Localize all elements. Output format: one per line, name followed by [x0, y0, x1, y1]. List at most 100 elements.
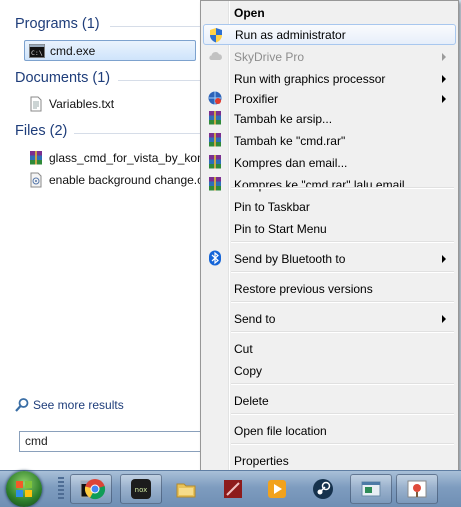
documents-heading: Documents (1) [15, 70, 111, 86]
menu-item-label: Properties [234, 453, 289, 468]
taskbar: nox [0, 470, 461, 507]
paint-icon [407, 480, 427, 498]
menu-item-label: Kompres ke "cmd.rar" lalu email [234, 177, 405, 192]
result-glass-cmd[interactable]: glass_cmd_for_vista_by_kom [24, 148, 210, 167]
menu-item-label: SkyDrive Pro [234, 49, 305, 64]
menu-item-run-with-graphics-processor[interactable]: Run with graphics processor [203, 68, 456, 89]
menu-item-open-file-location[interactable]: Open file location [203, 420, 456, 441]
submenu-arrow-icon [442, 255, 446, 263]
rar-archive-icon [30, 150, 42, 164]
taskbar-chrome[interactable] [74, 474, 116, 504]
menu-item-tambah-ke-cmd-rar[interactable]: Tambah ke "cmd.rar" [203, 130, 456, 151]
menu-item-label: Cut [234, 341, 253, 356]
proxifier-icon [208, 91, 222, 105]
chrome-icon [84, 479, 106, 500]
menu-separator [231, 383, 454, 385]
search-icon [15, 398, 29, 412]
submenu-arrow-icon [442, 75, 446, 83]
result-label: glass_cmd_for_vista_by_kom [49, 150, 208, 165]
taskbar-nox[interactable]: nox [120, 474, 162, 504]
taskbar-media[interactable] [256, 474, 298, 504]
start-button[interactable] [6, 471, 42, 507]
context-menu: Open Run as administrator SkyDrive Pro Run … [200, 0, 459, 473]
menu-item-label: Tambah ke arsip... [234, 111, 333, 126]
menu-separator [231, 301, 454, 303]
menu-item-kompres-dan-email[interactable]: Kompres dan email... [203, 152, 456, 173]
winrar-icon [209, 111, 221, 125]
menu-item-tambah-ke-arsip[interactable]: Tambah ke arsip... [203, 108, 456, 129]
files-heading: Files (2) [15, 123, 68, 139]
menu-item-kompres-ke-cmd-rar-lalu-email[interactable]: Kompres ke "cmd.rar" lalu email [203, 174, 456, 195]
menu-item-copy[interactable]: Copy [203, 360, 456, 381]
menu-separator [231, 331, 454, 333]
taskbar-steam[interactable] [302, 474, 344, 504]
menu-item-send-by-bluetooth-to[interactable]: Send by Bluetooth to [203, 248, 456, 269]
window-app-icon [361, 481, 381, 497]
taskbar-paint[interactable] [396, 474, 438, 504]
start-menu-panel: Programs (1) C:\ cmd.exe Documents (1) V… [0, 0, 211, 470]
media-player-icon [268, 480, 286, 498]
submenu-arrow-icon [442, 53, 446, 61]
menu-separator [231, 413, 454, 415]
menu-item-label: Copy [234, 363, 263, 378]
nox-icon: nox [131, 479, 151, 499]
menu-item-label: Pin to Start Menu [234, 221, 327, 236]
menu-item-label: Pin to Taskbar [234, 199, 310, 214]
winrar-icon [209, 177, 221, 191]
search-input[interactable]: cmd [19, 431, 209, 452]
result-label: enable background change.c [49, 172, 204, 187]
divider [74, 133, 210, 134]
menu-item-open[interactable]: Open [203, 2, 456, 23]
submenu-arrow-icon [442, 315, 446, 323]
result-variables-txt[interactable]: Variables.txt [24, 94, 114, 113]
result-label: cmd.exe [50, 43, 96, 58]
result-label: Variables.txt [49, 96, 115, 111]
result-cmd-exe[interactable]: C:\ cmd.exe [24, 40, 196, 61]
divider [118, 80, 210, 81]
menu-item-label: Restore previous versions [234, 281, 373, 296]
explorer-folder-icon [176, 483, 196, 498]
menu-separator [231, 241, 454, 243]
menu-item-pin-to-taskbar[interactable]: Pin to Taskbar [203, 196, 456, 217]
menu-separator [231, 187, 454, 189]
menu-item-proxifier[interactable]: Proxifier [203, 88, 456, 109]
svg-text:nox: nox [135, 486, 148, 494]
menu-item-label: Send by Bluetooth to [234, 251, 346, 266]
menu-item-label: Open [234, 5, 265, 20]
menu-separator [231, 443, 454, 445]
taskbar-explorer[interactable] [165, 474, 207, 504]
divider [110, 26, 210, 27]
menu-item-label: Open file location [234, 423, 327, 438]
file-icon [30, 172, 42, 187]
steam-icon [313, 479, 333, 499]
bluetooth-icon [209, 250, 221, 266]
programs-heading: Programs (1) [15, 16, 100, 32]
submenu-arrow-icon [442, 95, 446, 103]
skydrive-cloud-icon [209, 52, 222, 60]
menu-item-label: Tambah ke "cmd.rar" [234, 133, 346, 148]
cmd-icon: C:\ [29, 43, 45, 58]
menu-item-label: Run with graphics processor [234, 71, 386, 86]
menu-item-restore-previous-versions[interactable]: Restore previous versions [203, 278, 456, 299]
menu-item-label: Kompres dan email... [234, 155, 348, 170]
svg-text:C:\: C:\ [31, 49, 43, 57]
winrar-icon [209, 155, 221, 169]
see-more-label: See more results [33, 398, 124, 412]
result-enable-background[interactable]: enable background change.c [24, 170, 210, 189]
menu-item-cut[interactable]: Cut [203, 338, 456, 359]
menu-item-label: Delete [234, 393, 269, 408]
taskbar-app-red[interactable] [212, 474, 254, 504]
taskbar-window-app[interactable] [350, 474, 392, 504]
menu-item-delete[interactable]: Delete [203, 390, 456, 411]
app-red-icon [224, 480, 242, 498]
taskbar-grip [58, 477, 64, 501]
menu-item-pin-to-start-menu[interactable]: Pin to Start Menu [203, 218, 456, 239]
menu-item-skydrive-pro: SkyDrive Pro [203, 46, 456, 67]
menu-item-properties[interactable]: Properties [203, 450, 456, 471]
menu-item-run-as-administrator[interactable]: Run as administrator [203, 24, 456, 45]
see-more-results-link[interactable]: See more results [14, 397, 124, 413]
uac-shield-icon [210, 28, 222, 43]
menu-item-label: Send to [234, 311, 276, 326]
menu-item-send-to[interactable]: Send to [203, 308, 456, 329]
menu-separator [231, 271, 454, 273]
